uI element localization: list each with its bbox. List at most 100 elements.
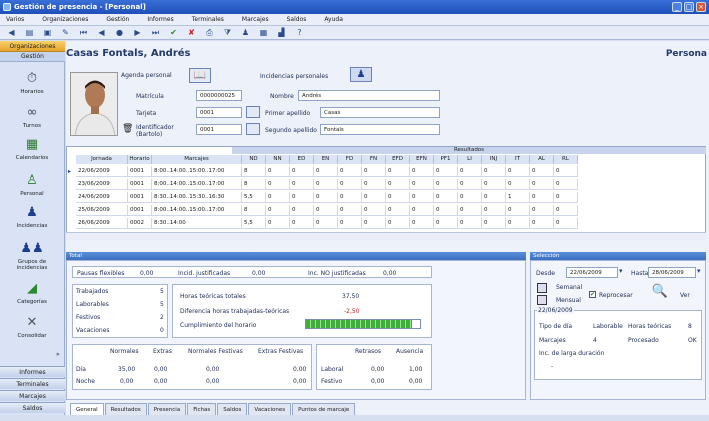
cancel-icon[interactable]: ✘ [186,28,197,38]
user-icon[interactable]: ♟ [240,28,251,38]
column-header[interactable]: ED [290,155,314,164]
table-cell[interactable]: 0 [266,218,290,229]
table-cell[interactable]: 0 [362,166,386,177]
table-cell[interactable]: 0 [338,218,362,229]
table-cell[interactable]: 0 [554,205,578,216]
table-cell[interactable]: 0 [410,179,434,190]
column-header[interactable]: ND [242,155,266,164]
table-cell[interactable]: 8 [242,205,266,216]
table-cell[interactable]: 0 [458,192,482,203]
tarjeta-lookup-button[interactable] [246,106,260,118]
hasta-field[interactable]: 28/06/2009 [648,267,696,278]
previous-record-icon[interactable]: ◀ [96,28,107,38]
minimize-button[interactable]: _ [672,2,682,12]
table-cell[interactable]: 0 [482,192,506,203]
tab-fichas[interactable]: Fichas [187,403,217,415]
semanal-button[interactable] [537,283,547,293]
sidebar-item-consolidar[interactable]: ✕ Consolidar [4,313,60,340]
table-cell[interactable]: 0 [362,179,386,190]
table-cell[interactable]: 0 [530,218,554,229]
primer-apellido-field[interactable]: Casas [320,107,440,118]
table-cell[interactable]: 0 [290,218,314,229]
print-icon[interactable]: ⎙ [204,28,215,38]
table-cell[interactable]: 0 [482,179,506,190]
table-cell[interactable]: 24/06/2009 [76,192,128,203]
table-cell[interactable]: 0 [554,179,578,190]
column-header[interactable]: RL [554,155,578,164]
matricula-field[interactable]: 0000000025 [196,90,242,101]
menu-ayuda[interactable]: Ayuda [324,16,343,23]
sidebar-section-terminales[interactable]: Terminales [0,378,65,389]
table-cell[interactable]: 0 [266,192,290,203]
table-cell[interactable]: 0 [410,166,434,177]
help-icon[interactable]: ? [294,28,305,38]
edit-icon[interactable]: ✎ [60,28,71,38]
column-header[interactable]: EFN [410,155,434,164]
sidebar-header[interactable]: Organizaciones [0,41,65,52]
table-cell[interactable]: 0 [530,166,554,177]
tab-resultados[interactable]: Resultados [104,403,147,415]
menu-marcajes[interactable]: Marcajes [242,16,269,23]
table-cell[interactable]: 0 [434,218,458,229]
table-cell[interactable]: 0 [410,205,434,216]
identificador-field[interactable]: 0001 [196,124,242,135]
table-cell[interactable]: 5,5 [242,218,266,229]
identificador-lookup-button[interactable] [246,123,260,135]
table-cell[interactable]: 0 [386,218,410,229]
table-cell[interactable]: 0 [458,218,482,229]
last-record-icon[interactable]: ⏭ [150,28,161,38]
table-cell[interactable]: 0001 [128,179,152,190]
segundo-apellido-field[interactable]: Fontals [320,124,440,135]
column-header[interactable]: IT [506,155,530,164]
table-cell[interactable]: 8:30..14:00..15:30..16:30 [152,192,242,203]
sidebar-section-informes[interactable]: Informes [0,366,65,377]
table-cell[interactable]: 0 [314,166,338,177]
chart-icon[interactable]: ▟ [276,28,287,38]
ver-button[interactable]: 🔍 [649,284,671,302]
sidebar-item-personal[interactable]: ♙ Personal [4,171,60,198]
table-cell[interactable]: 0 [362,192,386,203]
table-cell[interactable]: 0 [482,218,506,229]
table-cell[interactable]: 0 [506,205,530,216]
table-cell[interactable]: 0 [506,166,530,177]
tab-saldos[interactable]: Saldos [217,403,248,415]
table-cell[interactable]: 0 [482,205,506,216]
table-cell[interactable]: 8:00..14:00..15:00..17:00 [152,179,242,190]
sidebar-item-turnos[interactable]: ∞ Turnos [4,103,60,130]
sidebar-section-marcajes[interactable]: Marcajes [0,390,65,401]
sidebar-section-saldos[interactable]: Saldos [0,402,65,413]
table-cell[interactable]: 0 [434,179,458,190]
table-cell[interactable]: 0 [338,166,362,177]
incidencias-person-button[interactable]: ♟ [350,67,372,82]
sidebar-scroll-icon[interactable]: » [56,351,60,358]
table-cell[interactable]: 0001 [128,166,152,177]
table-cell[interactable]: 0 [362,205,386,216]
tab-presencia[interactable]: Presencia [147,403,187,415]
accept-icon[interactable]: ✔ [168,28,179,38]
open-icon[interactable]: ▤ [24,28,35,38]
table-cell[interactable]: 8:00..14:00..15:00..17:00 [152,205,242,216]
first-record-icon[interactable]: ⏮ [78,28,89,38]
record-icon[interactable]: ● [114,28,125,38]
table-cell[interactable]: 0 [266,166,290,177]
table-cell[interactable]: 0001 [128,192,152,203]
table-cell[interactable]: 0 [290,166,314,177]
table-cell[interactable]: 8 [242,166,266,177]
sidebar-item-categorias[interactable]: ◢ Categorías [4,279,60,306]
tab-puntos-de-marcaje[interactable]: Puntos de marcaje [292,403,356,415]
column-header[interactable]: LI [458,155,482,164]
table-cell[interactable]: 0 [506,218,530,229]
maximize-button[interactable]: □ [684,2,694,12]
column-header[interactable]: FD [338,155,362,164]
menu-saldos[interactable]: Saldos [287,16,307,23]
table-cell[interactable]: 0 [410,192,434,203]
table-cell[interactable]: 8:00..14:00..15:00..17:00 [152,166,242,177]
column-header[interactable]: EN [314,155,338,164]
tab-general[interactable]: General [70,403,104,415]
menu-varios[interactable]: Varios [6,16,24,23]
tarjeta-field[interactable]: 0001 [196,107,242,118]
table-cell[interactable]: 0 [290,179,314,190]
desde-dropdown-icon[interactable]: ▾ [619,267,623,275]
table-cell[interactable]: 0 [386,166,410,177]
menu-informes[interactable]: Informes [147,16,173,23]
